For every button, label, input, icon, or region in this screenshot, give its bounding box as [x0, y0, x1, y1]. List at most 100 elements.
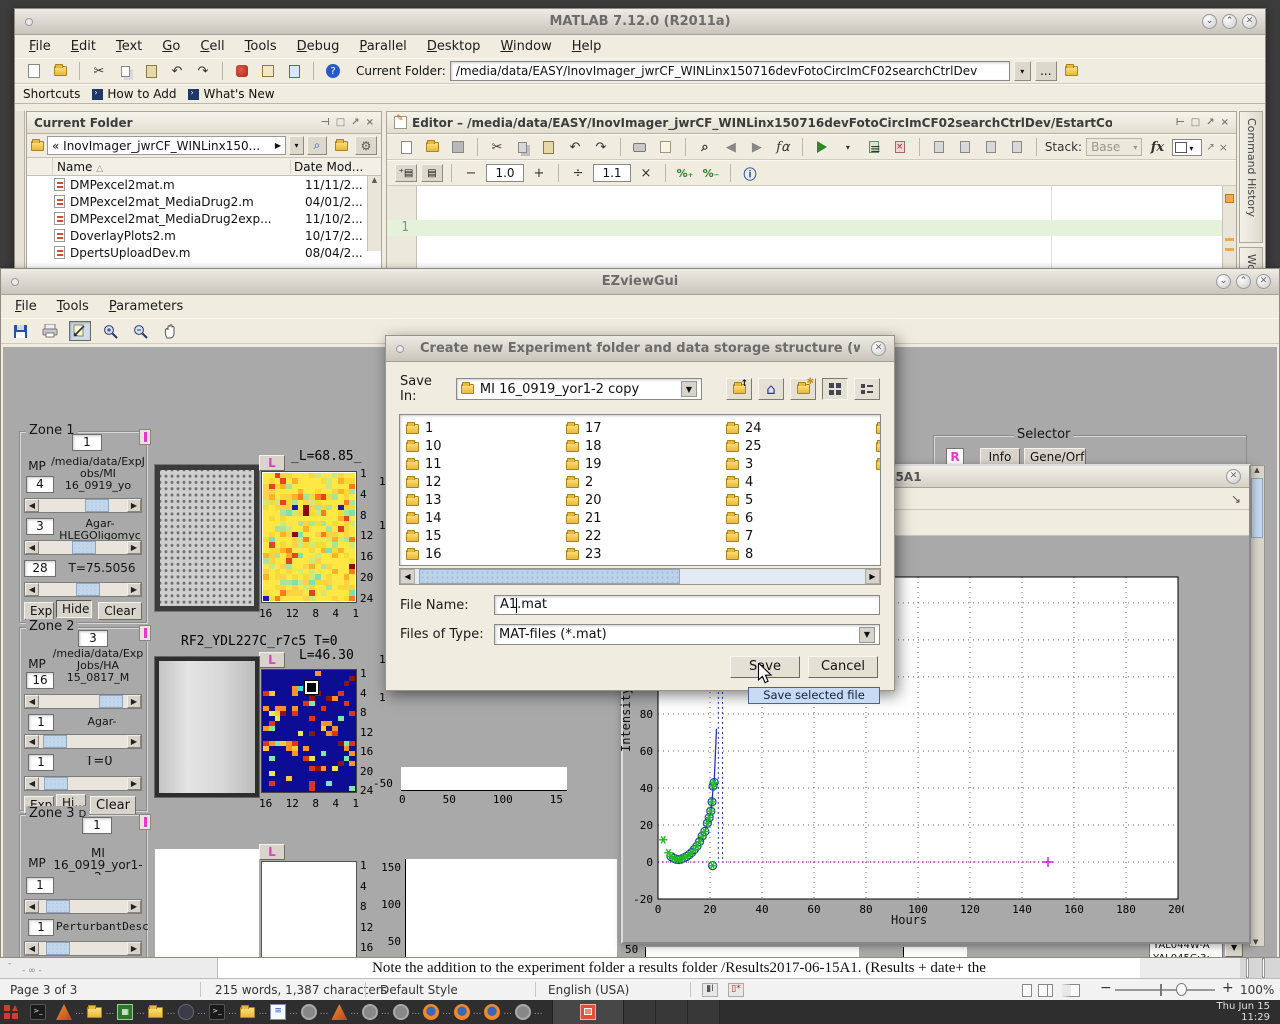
copy-icon[interactable]: [512, 137, 534, 157]
zone2-clear-button[interactable]: Clear: [90, 796, 136, 815]
zone3-index-field[interactable]: 1: [82, 817, 112, 834]
maximize-icon[interactable]: ⌃: [1236, 274, 1251, 289]
folder-item[interactable]: 18: [566, 437, 724, 456]
zone3-perturbant-field[interactable]: 1: [28, 919, 54, 936]
scrollbar[interactable]: [1222, 186, 1236, 268]
zone3-mp-slider[interactable]: ◀▶: [24, 899, 142, 914]
active-task-button[interactable]: [552, 1000, 624, 1024]
menu-go[interactable]: Go: [162, 39, 180, 54]
find-icon[interactable]: ⌕: [694, 137, 716, 157]
zoom-out-icon[interactable]: [129, 321, 151, 341]
zone1-time-field[interactable]: 28: [24, 560, 56, 577]
close-icon[interactable]: ✕: [1242, 14, 1257, 29]
folder-icon[interactable]: [240, 1004, 256, 1020]
stack-dropdown[interactable]: Base▾: [1086, 138, 1142, 156]
writer-doc-icon[interactable]: ≡: [270, 1004, 286, 1020]
uncomment-icon[interactable]: %₋: [700, 163, 722, 183]
firefox-icon[interactable]: [423, 1004, 439, 1020]
tab-workspace[interactable]: Work...: [1239, 247, 1263, 270]
menu-help[interactable]: Help: [572, 39, 602, 54]
folder-item[interactable]: 11: [406, 455, 564, 474]
help-icon[interactable]: ?: [322, 61, 344, 81]
file-row[interactable]: DpertsUploadDev.m08/04/2...: [27, 244, 381, 261]
cut-icon[interactable]: ✂: [486, 137, 508, 157]
undo-icon[interactable]: ↶: [166, 61, 188, 81]
menu-tools[interactable]: Tools: [245, 39, 277, 54]
zoom-level[interactable]: 100%: [1240, 983, 1274, 997]
undock-icon[interactable]: ↗: [351, 117, 359, 128]
profiler-icon[interactable]: [283, 61, 305, 81]
zone3-l-button[interactable]: L: [259, 844, 285, 860]
new-folder-icon[interactable]: ✱: [790, 378, 816, 400]
browse-folder-button[interactable]: ...: [1035, 61, 1057, 81]
zone2-media-slider[interactable]: ◀▶: [24, 734, 142, 749]
window-menu-icon[interactable]: [396, 345, 404, 353]
undock-icon[interactable]: ↗: [1206, 117, 1214, 128]
address-dropdown-icon[interactable]: ▾: [289, 136, 304, 155]
language-selector[interactable]: English (USA): [548, 983, 629, 997]
close-icon[interactable]: ×: [1219, 141, 1228, 154]
copy-icon[interactable]: [114, 61, 136, 81]
decrease-icon[interactable]: −: [460, 163, 482, 183]
terminal-icon[interactable]: >_: [209, 1004, 225, 1020]
open-file-icon[interactable]: [49, 61, 71, 81]
zone2-time-field[interactable]: 1: [28, 754, 54, 771]
folder-item[interactable]: 20: [566, 491, 724, 510]
open-file-icon[interactable]: [421, 137, 443, 157]
maximize-icon[interactable]: ⌃: [1222, 14, 1237, 29]
zoom-in-icon[interactable]: +: [1222, 980, 1234, 996]
folder-item[interactable]: 21: [566, 509, 724, 528]
window-menu-icon[interactable]: [11, 278, 19, 286]
zone2-marker-icon[interactable]: [139, 625, 151, 641]
view-grid-icon[interactable]: [822, 378, 848, 400]
single-page-view-icon[interactable]: [1022, 984, 1032, 997]
minimize-icon[interactable]: ⌄: [1202, 14, 1217, 29]
close-icon[interactable]: ✕: [871, 341, 886, 356]
close-icon[interactable]: ✕: [1226, 469, 1241, 484]
app-icon[interactable]: [178, 1004, 194, 1020]
cell-div-field[interactable]: 1.1: [593, 164, 631, 182]
zone1-exp-button[interactable]: Exp: [24, 602, 54, 620]
matlab-icon[interactable]: [331, 1004, 347, 1020]
cell-icon[interactable]: [954, 137, 976, 157]
folder-list-hscrollbar[interactable]: ◀ ▶: [399, 568, 881, 585]
simulink-icon[interactable]: [231, 61, 253, 81]
column-name[interactable]: Name △: [53, 160, 291, 174]
zone1-media-slider[interactable]: ◀▶: [24, 540, 142, 555]
close-icon[interactable]: ×: [1221, 117, 1229, 128]
cell-icon[interactable]: [980, 137, 1002, 157]
cell-icon[interactable]: [1006, 137, 1028, 157]
combo-dropdown-icon[interactable]: ▼: [681, 381, 697, 397]
writer-note-text[interactable]: Note the addition to the experiment fold…: [372, 960, 986, 977]
bottom-plot-left[interactable]: [645, 947, 859, 957]
scrollbar[interactable]: ▲: [367, 176, 381, 251]
files-of-type-combo[interactable]: MAT-files (*.mat) ▼: [494, 624, 880, 645]
collapsed-panel-strip[interactable]: [15, 111, 25, 270]
info-icon[interactable]: ⓘ: [739, 163, 761, 183]
app-circle-icon[interactable]: [393, 1004, 409, 1020]
file-row[interactable]: DoverlayPlots2.m10/17/2...: [27, 227, 381, 244]
folder-item[interactable]: 6: [726, 509, 874, 528]
run-icon[interactable]: [811, 137, 833, 157]
app-circle-icon[interactable]: [301, 1004, 317, 1020]
zone3-plate-image[interactable]: [155, 849, 259, 957]
shortcut-icon[interactable]: ›: [188, 89, 199, 100]
matlab-titlebar[interactable]: MATLAB 7.12.0 (R2011a) ⌄ ⌃ ✕: [15, 9, 1265, 35]
shortcut-how-to-add[interactable]: How to Add: [107, 87, 176, 101]
goto-function-icon[interactable]: f⍺: [772, 137, 794, 157]
clock[interactable]: Thu Jun 1511:29: [1217, 1001, 1277, 1023]
up-one-level-icon[interactable]: ↑: [726, 378, 752, 400]
editor-code-area[interactable]: 1 2%EstartConsole.m 3%[file,path] = uipu…: [387, 186, 1236, 268]
zone1-index-field[interactable]: 1: [72, 434, 102, 451]
dialog-titlebar[interactable]: Create new Experiment folder and data st…: [386, 336, 894, 362]
folder-item[interactable]: 25: [726, 437, 874, 456]
menu-file[interactable]: File: [15, 299, 37, 314]
task-button[interactable]: [656, 1000, 688, 1024]
shortcut-whats-new[interactable]: What's New: [203, 87, 274, 101]
actions-gear-icon[interactable]: ⚙: [355, 136, 377, 155]
cut-icon[interactable]: ✂: [88, 61, 110, 81]
guide-icon[interactable]: [257, 61, 279, 81]
folder-item[interactable]: 3: [726, 455, 874, 474]
dock-icon[interactable]: ⊣: [321, 117, 330, 128]
folder-item[interactable]: 2: [566, 473, 724, 492]
